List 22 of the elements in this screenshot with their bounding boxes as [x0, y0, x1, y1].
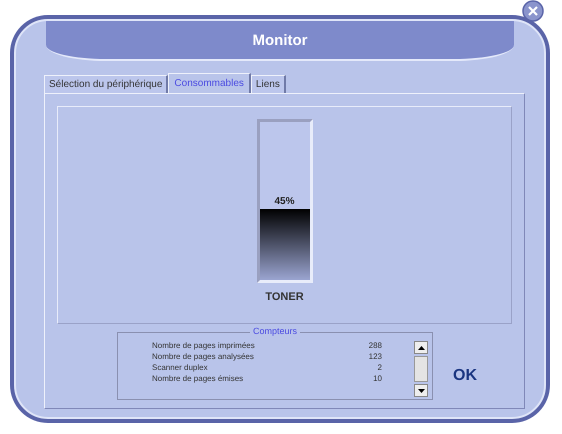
counter-value: 2: [378, 363, 382, 372]
counter-value: 10: [373, 374, 382, 383]
close-icon[interactable]: [522, 0, 544, 22]
toner-label: TONER: [265, 291, 304, 303]
ok-button[interactable]: OK: [447, 366, 483, 386]
counter-name: Scanner duplex: [152, 363, 208, 372]
tab[interactable]: Liens: [250, 75, 286, 93]
counter-name: Nombre de pages imprimées: [152, 341, 255, 350]
counter-name: Nombre de pages émises: [152, 374, 244, 383]
group-title: Compteurs: [250, 326, 300, 336]
counter-value: 123: [368, 352, 382, 361]
window-title: Monitor: [252, 32, 308, 48]
tab[interactable]: Consommables: [168, 73, 251, 93]
down-arrow-icon: [418, 388, 424, 392]
tab[interactable]: Sélection du périphérique: [44, 75, 168, 93]
toner-percent: 45%: [273, 196, 296, 207]
scroll-thumb[interactable]: [414, 356, 428, 382]
counter-value: 288: [368, 341, 382, 350]
up-arrow-icon: [418, 346, 424, 350]
counter-name: Nombre de pages analysées: [152, 352, 254, 361]
scroll-up-button[interactable]: [414, 341, 428, 354]
scroll-down-button[interactable]: [414, 384, 428, 397]
